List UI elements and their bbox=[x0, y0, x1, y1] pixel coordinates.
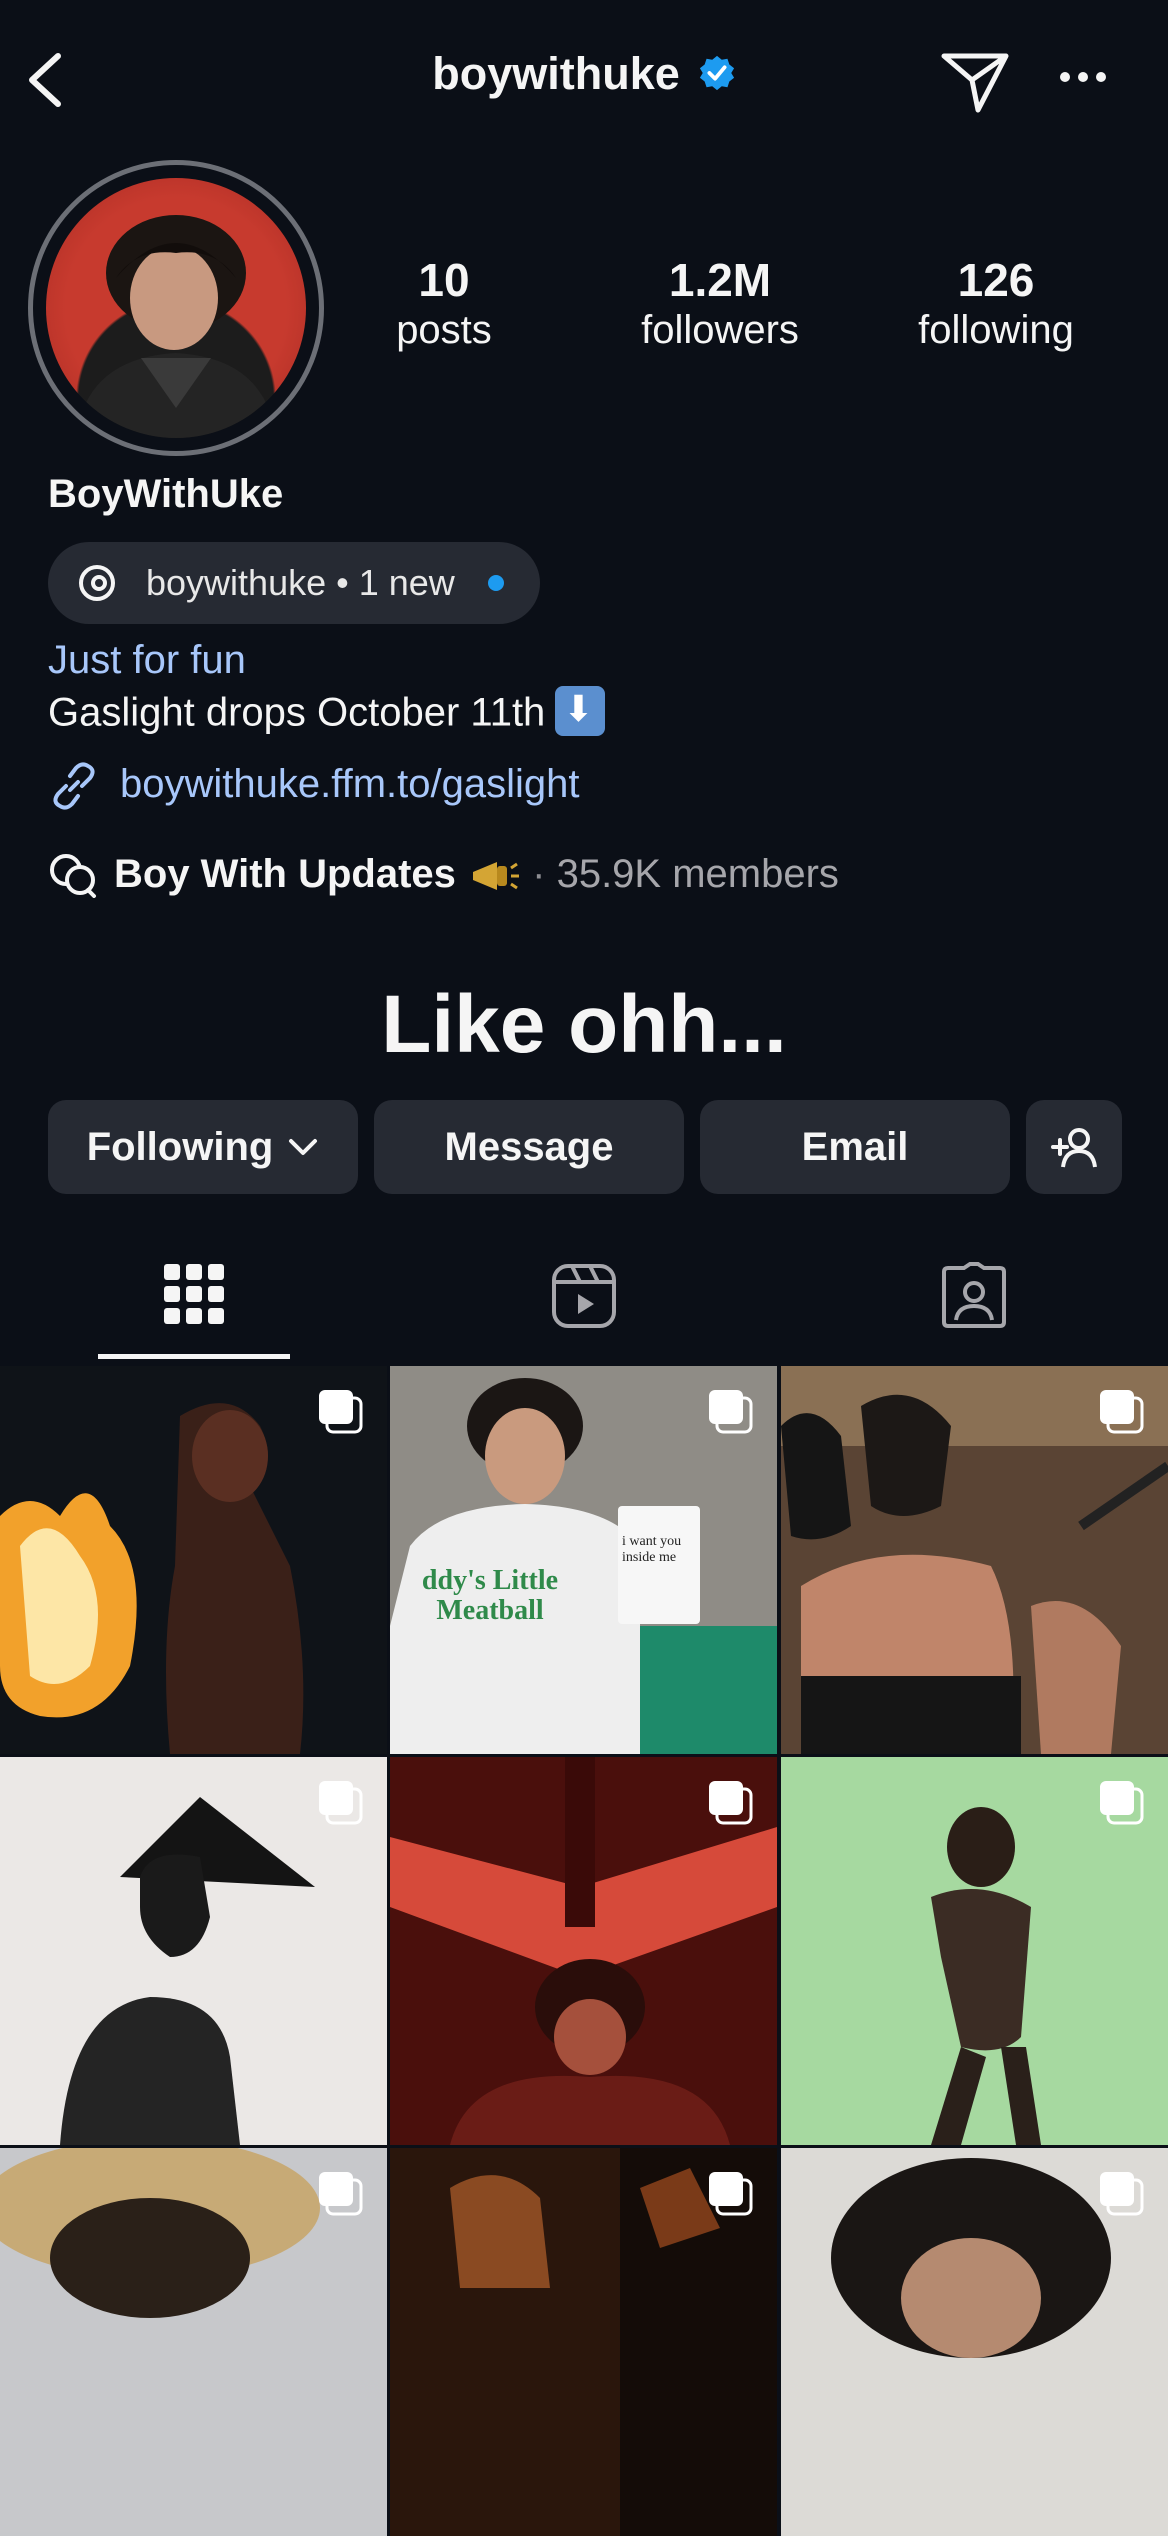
bio-link[interactable]: boywithuke.ffm.to/gaslight bbox=[120, 762, 580, 807]
following-button[interactable]: Following bbox=[48, 1100, 358, 1194]
link-icon bbox=[48, 760, 100, 817]
sign-text: i want you inside me bbox=[622, 1534, 682, 1565]
following-label: following bbox=[918, 308, 1074, 352]
carousel-icon bbox=[707, 1388, 755, 1441]
username-text: boywithuke bbox=[432, 48, 680, 99]
following-count[interactable]: 126 following bbox=[886, 254, 1106, 354]
carousel-icon bbox=[1098, 2170, 1146, 2223]
email-button-label: Email bbox=[801, 1124, 909, 1169]
message-button-label: Message bbox=[444, 1124, 614, 1169]
pinned-song-text: Like ohh... bbox=[381, 979, 787, 1070]
profile-category: Just for fun bbox=[48, 638, 246, 682]
carousel-icon bbox=[317, 2170, 365, 2223]
followers-label: followers bbox=[641, 308, 799, 352]
email-button[interactable]: Email bbox=[700, 1100, 1010, 1194]
megaphone-emoji-icon bbox=[467, 856, 521, 896]
sign-card: i want you inside me bbox=[618, 1506, 700, 1624]
message-button[interactable]: Message bbox=[374, 1100, 684, 1194]
more-icon[interactable] bbox=[1058, 70, 1108, 89]
active-tab-indicator bbox=[98, 1354, 290, 1359]
bio-text-content: Gaslight drops October 11th bbox=[48, 690, 546, 735]
post-tile[interactable] bbox=[390, 2148, 777, 2536]
channel-name: Boy With Updates bbox=[114, 852, 456, 896]
posts-value: 10 bbox=[418, 254, 470, 306]
post-tile[interactable]: ddy's Little Meatball i want you inside … bbox=[390, 1366, 777, 1754]
post-tile[interactable] bbox=[781, 1366, 1168, 1754]
avatar[interactable] bbox=[46, 178, 306, 438]
post-tile[interactable] bbox=[0, 2148, 387, 2536]
add-person-icon bbox=[1049, 1125, 1099, 1169]
reels-icon[interactable] bbox=[550, 1262, 618, 1335]
threads-badge-text: boywithuke • 1 new bbox=[146, 562, 455, 603]
post-tile[interactable] bbox=[390, 1757, 777, 2145]
suggested-users-button[interactable] bbox=[1026, 1100, 1122, 1194]
chevron-down-icon bbox=[287, 1137, 319, 1157]
post-tile[interactable] bbox=[0, 1366, 387, 1754]
followers-value: 1.2M bbox=[668, 254, 772, 306]
threads-icon bbox=[74, 560, 120, 611]
verified-badge-icon bbox=[698, 51, 736, 103]
carousel-icon bbox=[317, 1388, 365, 1441]
post-tile[interactable] bbox=[0, 1757, 387, 2145]
down-arrow-emoji-icon bbox=[555, 686, 606, 736]
following-button-label: Following bbox=[86, 1124, 274, 1169]
tagged-icon[interactable] bbox=[940, 1262, 1008, 1335]
carousel-icon bbox=[707, 1779, 755, 1832]
threads-badge[interactable]: boywithuke • 1 new bbox=[48, 542, 540, 624]
channel-members: 35.9K members bbox=[556, 852, 839, 896]
post-tile[interactable] bbox=[781, 2148, 1168, 2536]
carousel-icon bbox=[317, 1779, 365, 1832]
grid-icon[interactable] bbox=[162, 1262, 226, 1331]
posts-label: posts bbox=[396, 308, 492, 352]
broadcast-channel-icon bbox=[48, 852, 98, 903]
display-name: BoyWithUke bbox=[48, 472, 284, 516]
shirt-text: ddy's Little Meatball bbox=[421, 1565, 559, 1626]
bio-text: Gaslight drops October 11th bbox=[48, 686, 606, 740]
carousel-icon bbox=[1098, 1388, 1146, 1441]
send-icon[interactable] bbox=[940, 50, 1010, 119]
new-indicator-dot bbox=[488, 575, 504, 591]
carousel-icon bbox=[1098, 1779, 1146, 1832]
posts-count[interactable]: 10 posts bbox=[334, 254, 554, 354]
followers-count[interactable]: 1.2M followers bbox=[610, 254, 830, 354]
broadcast-channel[interactable]: Boy With Updates · 35.9K members bbox=[114, 852, 839, 897]
channel-separator: · bbox=[532, 852, 546, 896]
following-value: 126 bbox=[957, 254, 1035, 306]
carousel-icon bbox=[707, 2170, 755, 2223]
post-tile[interactable] bbox=[781, 1757, 1168, 2145]
